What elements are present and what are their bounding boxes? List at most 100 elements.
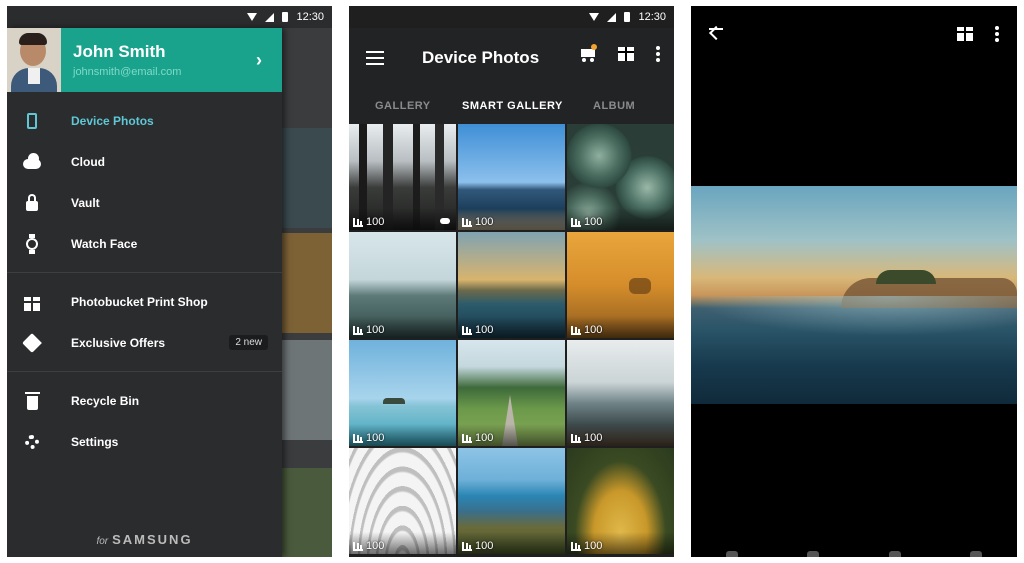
status-time: 12:30 <box>296 11 324 23</box>
photo-count: 100 <box>353 324 384 336</box>
tab-smart-gallery[interactable]: SMART GALLERY <box>462 100 563 112</box>
nav-item-device-photos[interactable]: Device Photos <box>7 100 282 141</box>
nav-item-label: Cloud <box>71 154 105 169</box>
photo-count: 100 <box>571 432 602 444</box>
trash-icon <box>23 391 41 410</box>
photo-tile-golden-tree[interactable]: 100 <box>567 448 674 554</box>
stack-icon <box>462 325 472 335</box>
nav-item-label: Settings <box>71 434 119 449</box>
stack-icon <box>353 325 363 335</box>
photo-count: 100 <box>462 324 493 336</box>
nav-item-watch-face[interactable]: Watch Face <box>7 223 282 264</box>
nav-item-vault[interactable]: Vault <box>7 182 282 223</box>
background-content <box>282 28 332 557</box>
stack-icon <box>462 433 472 443</box>
background-tile <box>282 340 332 440</box>
screenshot-stage: 12:30 John Smith johnsmith@email.com › D… <box>0 0 1024 563</box>
nav-group-main: Device Photos Cloud Vault Watch Face <box>7 92 282 273</box>
tag-icon <box>22 332 42 353</box>
nav-item-label: Recycle Bin <box>71 393 140 408</box>
stack-icon <box>571 433 581 443</box>
photo-tile-island[interactable]: 100 <box>349 340 456 446</box>
nav-item-label: Photobucket Print Shop <box>71 294 208 309</box>
photo-tile-wave-sunset[interactable]: 100 <box>458 232 565 338</box>
photo-count: 100 <box>353 216 384 228</box>
drawer-screen: 12:30 John Smith johnsmith@email.com › D… <box>7 6 332 557</box>
cloud-icon <box>440 218 450 224</box>
cloud-icon <box>23 152 41 171</box>
stack-icon <box>571 325 581 335</box>
user-email: johnsmith@email.com <box>73 66 182 78</box>
stack-icon <box>462 541 472 551</box>
trash-icon[interactable] <box>970 551 983 557</box>
menu-icon[interactable] <box>366 51 384 65</box>
nav-item-settings[interactable]: Settings <box>7 421 282 462</box>
profile-header[interactable]: John Smith johnsmith@email.com › <box>7 28 282 92</box>
share-icon[interactable] <box>807 551 820 557</box>
photo-count: 100 <box>462 432 493 444</box>
photo-count: 100 <box>462 540 493 552</box>
tab-gallery[interactable]: GALLERY <box>375 100 431 112</box>
nav-group-system: Recycle Bin Settings <box>7 372 282 470</box>
photo-count: 100 <box>571 324 602 336</box>
status-time: 12:30 <box>638 11 666 23</box>
nav-group-shop: Photobucket Print Shop Exclusive Offers … <box>7 273 282 372</box>
background-tile <box>282 233 332 333</box>
nav-item-print-shop[interactable]: Photobucket Print Shop <box>7 281 282 322</box>
samsung-logo: for SAMSUNG <box>7 532 282 547</box>
gift-icon <box>23 293 41 311</box>
nav-item-exclusive-offers[interactable]: Exclusive Offers 2 new <box>7 322 282 363</box>
photo-tile-architecture[interactable]: 100 <box>349 448 456 554</box>
photo-tile-ocean-horizon[interactable]: 100 <box>458 124 565 230</box>
nav-item-label: Watch Face <box>71 236 138 251</box>
avatar <box>7 28 61 92</box>
gift-icon[interactable] <box>618 47 634 61</box>
back-arrow-icon[interactable] <box>709 28 723 30</box>
gift-icon[interactable] <box>957 27 973 41</box>
navigation-drawer: John Smith johnsmith@email.com › Device … <box>7 28 282 557</box>
photo-count: 100 <box>353 432 384 444</box>
wifi-icon <box>247 13 258 21</box>
photo-tile-misty-hill[interactable]: 100 <box>349 232 456 338</box>
stack-icon <box>353 217 363 227</box>
nav-item-label: Vault <box>71 195 100 210</box>
chevron-right-icon[interactable]: › <box>256 50 262 71</box>
wifi-icon <box>589 13 600 21</box>
more-options-icon[interactable] <box>995 26 999 42</box>
photo-tile-forest[interactable]: 100 <box>349 124 456 230</box>
photo-tile-bay[interactable]: 100 <box>458 448 565 554</box>
photo-tile-rocky-coast[interactable]: 100 <box>567 340 674 446</box>
nav-item-label: Device Photos <box>71 113 154 128</box>
edit-icon[interactable] <box>888 551 901 557</box>
full-photo[interactable] <box>691 186 1017 404</box>
photo-tile-path[interactable]: 100 <box>458 340 565 446</box>
lock-icon <box>23 193 41 212</box>
more-options-icon[interactable] <box>656 46 660 62</box>
tab-bar: GALLERY SMART GALLERY ALBUM <box>349 88 674 124</box>
photo-grid: 100 100 100 100 100 100 100 100 100 100 … <box>349 124 674 554</box>
photo-count: 100 <box>462 216 493 228</box>
battery-icon <box>282 12 289 22</box>
photo-tile-deer-fog[interactable]: 100 <box>567 232 674 338</box>
photo-tile-succulents[interactable]: 100 <box>567 124 674 230</box>
signal-icon <box>607 12 617 22</box>
app-bar: Device Photos <box>349 28 674 88</box>
battery-icon <box>624 12 631 22</box>
photo-viewer-screen <box>691 6 1017 557</box>
status-bar: 12:30 <box>349 6 674 28</box>
footer-for: for <box>96 536 109 547</box>
tab-album[interactable]: ALBUM <box>593 100 635 112</box>
cart-icon[interactable] <box>578 44 597 62</box>
gear-icon <box>23 433 41 451</box>
page-title: Device Photos <box>422 48 540 67</box>
nav-item-label: Exclusive Offers <box>71 335 166 350</box>
status-bar: 12:30 <box>7 6 332 28</box>
stack-icon <box>571 541 581 551</box>
stack-icon <box>462 217 472 227</box>
background-tile <box>282 128 332 228</box>
nav-item-recycle-bin[interactable]: Recycle Bin <box>7 380 282 421</box>
nav-item-cloud[interactable]: Cloud <box>7 141 282 182</box>
lock-icon[interactable] <box>725 551 738 557</box>
background-tile <box>282 468 332 557</box>
stack-icon <box>353 433 363 443</box>
